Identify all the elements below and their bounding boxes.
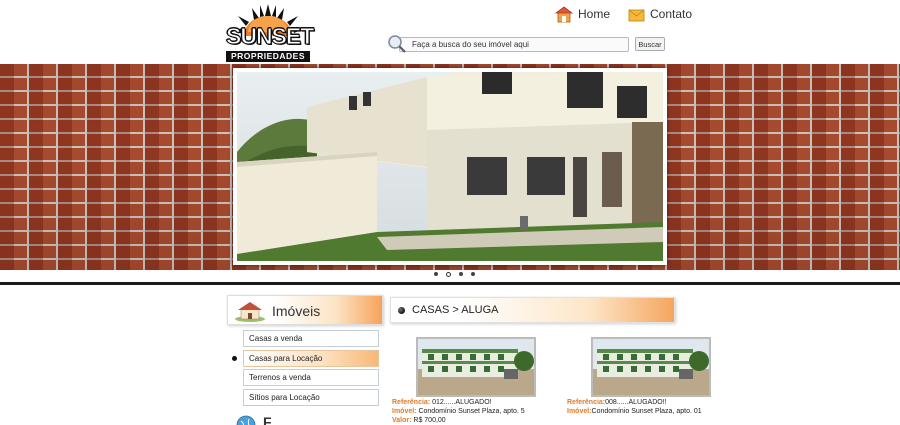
nav-contato-label: Contato [650, 7, 693, 21]
listing-imovel-label: Imóvel: [567, 408, 592, 415]
sidebar-list: Casas a venda Casas para Locação Terreno… [232, 330, 383, 406]
sidebar-item-sitios-locacao[interactable]: Sítios para Locação [243, 388, 379, 406]
nav-home[interactable]: Home [555, 6, 610, 23]
house-photo [237, 72, 663, 261]
sidebar-item-label: Casas para Locação [249, 353, 323, 363]
house-icon [235, 302, 265, 322]
top-nav: Home Contato [555, 5, 710, 23]
sidebar-item-casas-venda[interactable]: Casas a venda [243, 330, 379, 347]
section-divider [0, 282, 900, 285]
logo-title: SUNSET [226, 23, 315, 49]
listing-card[interactable]: Referência: 012......ALUGADO! Imóvel: Co… [392, 337, 542, 425]
sidebar-item-terrenos-venda[interactable]: Terrenos a venda [243, 369, 379, 386]
sidebar: Imóveis Casas a venda Casas para Locação… [227, 295, 383, 425]
sidebar-title-2: F [263, 414, 272, 425]
active-bullet-icon [232, 355, 237, 361]
slideshow-frame [233, 68, 667, 265]
search-button[interactable]: Buscar [635, 37, 665, 51]
sidebar-item-label: Sítios para Locação [249, 392, 320, 402]
listing-ref-value: 008......ALUGADO!! [605, 399, 667, 406]
sidebar-item-label: Casas a venda [249, 334, 303, 343]
slide-dot-active[interactable] [446, 271, 451, 277]
listing-valor-label: Valor: [392, 417, 412, 424]
nav-contato[interactable]: Contato [628, 7, 692, 22]
listing-thumbnail[interactable] [591, 337, 711, 397]
globe-icon [236, 415, 256, 425]
listing-info: Referência:008......ALUGADO!! Imóvel:Con… [567, 398, 717, 416]
listing-ref-value: 012......ALUGADO! [430, 399, 492, 406]
listing-valor-value: R$ 700,00 [411, 417, 446, 424]
mail-icon [628, 9, 645, 21]
search-bar: Buscar [387, 34, 665, 54]
sidebar-item-label: Terrenos a venda [249, 373, 311, 382]
search-input[interactable] [399, 36, 629, 52]
listing-photo [593, 339, 709, 395]
sidebar-title: Imóveis [272, 303, 321, 319]
listing-thumbnail[interactable] [416, 337, 536, 397]
listing-card[interactable]: Referência:008......ALUGADO!! Imóvel:Con… [567, 337, 717, 416]
listing-photo [418, 339, 534, 395]
sidebar-header-2: F [227, 414, 383, 425]
bullet-icon [398, 307, 405, 314]
sunset-logo[interactable]: SUNSET PROPRIEDADES [226, 2, 315, 62]
slide-dot[interactable] [459, 272, 463, 276]
logo-subtitle: PROPRIEDADES [226, 51, 310, 62]
home-icon [555, 6, 573, 22]
listing-ref-label: Referência: [392, 399, 431, 406]
listing-ref-label: Referência: [567, 399, 606, 406]
content-title: CASAS > ALUGA [412, 304, 499, 316]
slideshow-photo[interactable] [237, 72, 663, 261]
content-header: CASAS > ALUGA [390, 297, 675, 323]
sidebar-item-casas-locacao[interactable]: Casas para Locação [232, 349, 379, 367]
slide-dot[interactable] [434, 272, 438, 276]
listing-info: Referência: 012......ALUGADO! Imóvel: Co… [392, 398, 542, 425]
listing-imovel-label: Imóvel: [392, 408, 417, 415]
search-icon [388, 35, 406, 53]
slideshow-dots [434, 271, 483, 277]
site-header: SUNSET PROPRIEDADES Home Contato Buscar [0, 0, 900, 64]
nav-home-label: Home [578, 7, 611, 21]
sidebar-header: Imóveis [227, 295, 383, 325]
listing-imovel-value: Condomínio Sunset Plaza, apto. 5 [416, 408, 525, 415]
listing-imovel-value: Condomínio Sunset Plaza, apto. 01 [591, 408, 702, 415]
slide-dot[interactable] [471, 272, 475, 276]
